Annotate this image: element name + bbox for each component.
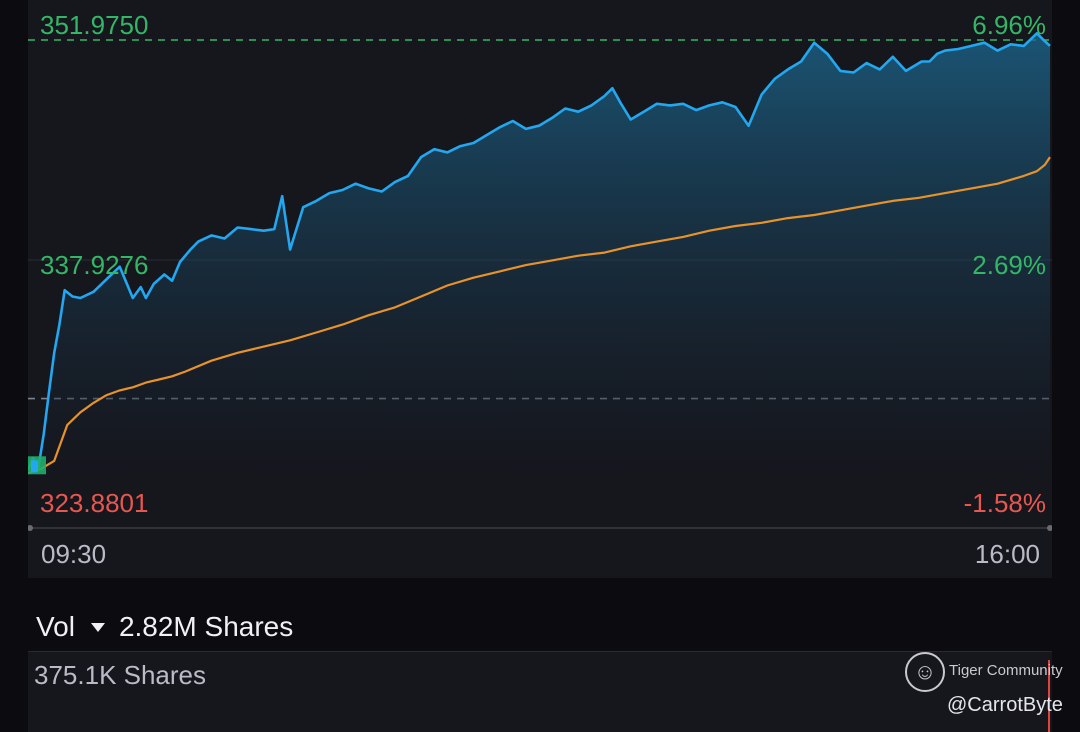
open-marker-inner <box>31 460 38 473</box>
pct-axis-mid-label: 2.69% <box>972 250 1046 280</box>
tiger-logo-icon: ☺ <box>905 652 945 692</box>
watermark-brand: Tiger Community <box>949 662 1063 679</box>
time-end-label: 16:00 <box>974 539 1040 569</box>
pct-axis-low-label: -1.58% <box>963 488 1046 518</box>
volume-selector[interactable]: Vol 2.82M Shares <box>36 610 293 644</box>
watermark: ☺ Tiger Community @CarrotByte <box>903 652 1063 722</box>
pct-axis-high-label: 6.96% <box>972 10 1046 40</box>
y-axis-high-label: 351.9750 <box>40 10 149 40</box>
y-axis-low-label: 323.8801 <box>40 488 149 518</box>
caret-down-icon[interactable] <box>90 622 105 632</box>
volume-total: 2.82M Shares <box>118 611 294 642</box>
volume-label: Vol <box>36 611 75 642</box>
x-axis-start-dot <box>28 525 33 531</box>
price-chart-svg <box>28 31 1052 531</box>
price-area-fill <box>28 33 1050 481</box>
volume-sub-value: 375.1K Shares <box>34 660 207 690</box>
watermark-handle: @CarrotByte <box>947 694 1063 716</box>
x-axis-end-dot <box>1047 525 1052 531</box>
volume-chart-panel[interactable]: 375.1K Shares <box>28 651 1052 732</box>
time-start-label: 09:30 <box>41 539 107 569</box>
intraday-chart-panel[interactable]: 351.9750 337.9276 323.8801 6.96% 2.69% -… <box>28 0 1052 578</box>
y-axis-mid-label: 337.9276 <box>40 250 149 280</box>
